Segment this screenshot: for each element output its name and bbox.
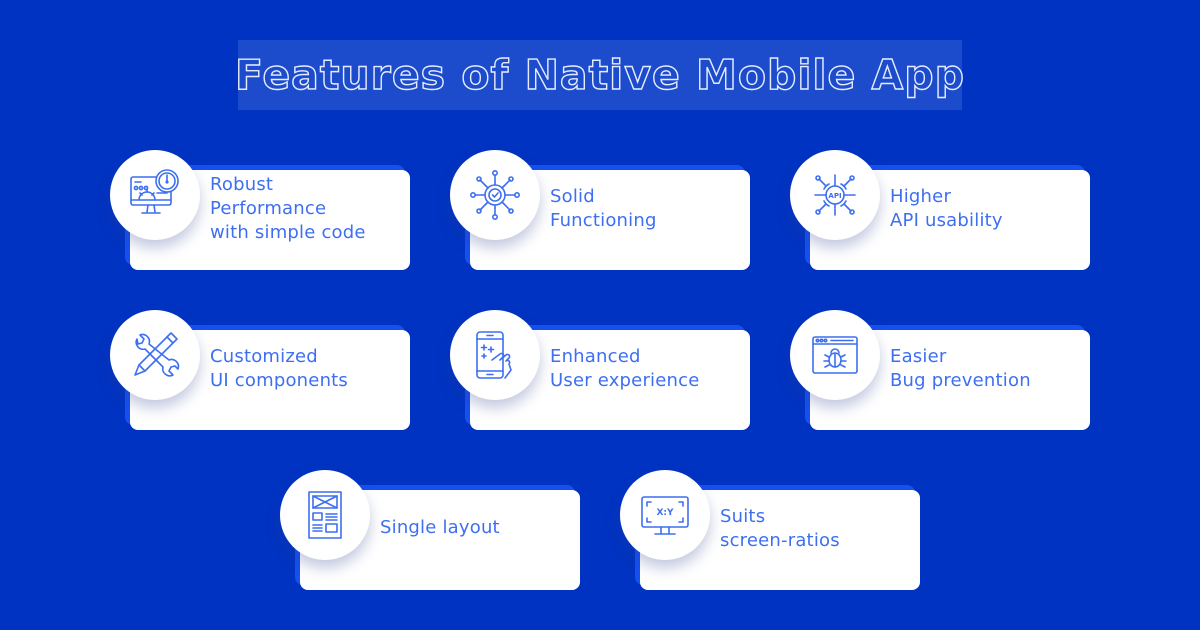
icon-badge: API xyxy=(790,150,880,240)
feature-label-line: Suits xyxy=(720,506,766,527)
feature-label: Solid Functioning xyxy=(550,170,745,270)
feature-card-customized-ui: Customized UI components xyxy=(110,310,410,430)
feature-card-screen-ratios: X:Y Suits screen-ratios xyxy=(620,470,920,590)
icon-badge xyxy=(280,470,370,560)
icon-badge xyxy=(450,150,540,240)
feature-label-line: Functioning xyxy=(550,210,657,231)
layout-wireframe-icon xyxy=(308,491,342,539)
feature-label-line: Solid xyxy=(550,186,595,207)
feature-label-line: Enhanced xyxy=(550,346,641,367)
feature-label-line: Easier xyxy=(890,346,947,367)
monitor-speedometer-icon xyxy=(130,169,179,214)
icon-badge: X:Y xyxy=(620,470,710,560)
feature-label-line: Single layout xyxy=(380,517,500,538)
feature-label-line: Performance xyxy=(210,198,327,219)
icon-badge xyxy=(110,150,200,240)
feature-card-api-usability: API Higher API usability xyxy=(790,150,1090,270)
feature-label: Easier Bug prevention xyxy=(890,330,1085,430)
feature-label-line: with simple code xyxy=(210,222,366,243)
feature-label: Customized UI components xyxy=(210,330,405,430)
api-gear-icon: API xyxy=(814,174,856,216)
feature-label-line: Bug prevention xyxy=(890,370,1031,391)
feature-card-robust-performance: Robust Performance with simple code xyxy=(110,150,410,270)
monitor-aspect-ratio-icon: X:Y xyxy=(641,496,689,535)
feature-label-line: screen-ratios xyxy=(720,530,840,551)
icon-badge xyxy=(450,310,540,400)
feature-label-line: API usability xyxy=(890,210,1003,231)
title-banner: Features of Native Mobile App xyxy=(234,40,965,110)
smartphone-touch-icon xyxy=(476,331,512,379)
icon-badge xyxy=(110,310,200,400)
feature-label-line: Robust xyxy=(210,174,274,195)
feature-label: Single layout xyxy=(380,490,575,590)
feature-card-single-layout: Single layout xyxy=(280,470,580,590)
icon-badge xyxy=(790,310,880,400)
feature-card-bug-prevention: Easier Bug prevention xyxy=(790,310,1090,430)
feature-card-user-experience: Enhanced User experience xyxy=(450,310,750,430)
feature-card-solid-functioning: Solid Functioning xyxy=(450,150,750,270)
feature-label-line: Higher xyxy=(890,186,952,207)
feature-label-line: User experience xyxy=(550,370,700,391)
feature-label-line: UI components xyxy=(210,370,349,391)
feature-label: Higher API usability xyxy=(890,170,1085,270)
feature-label: Suits screen-ratios xyxy=(720,490,915,590)
feature-label: Robust Performance with simple code xyxy=(210,170,405,270)
svg-text:API: API xyxy=(828,192,841,200)
page-title: Features of Native Mobile App xyxy=(234,50,965,99)
browser-bug-icon xyxy=(812,336,858,374)
feature-label-line: Customized xyxy=(210,346,318,367)
network-gear-check-icon xyxy=(469,169,520,220)
wrench-pencil-icon xyxy=(134,332,180,377)
feature-label: Enhanced User experience xyxy=(550,330,745,430)
svg-text:X:Y: X:Y xyxy=(656,508,674,518)
